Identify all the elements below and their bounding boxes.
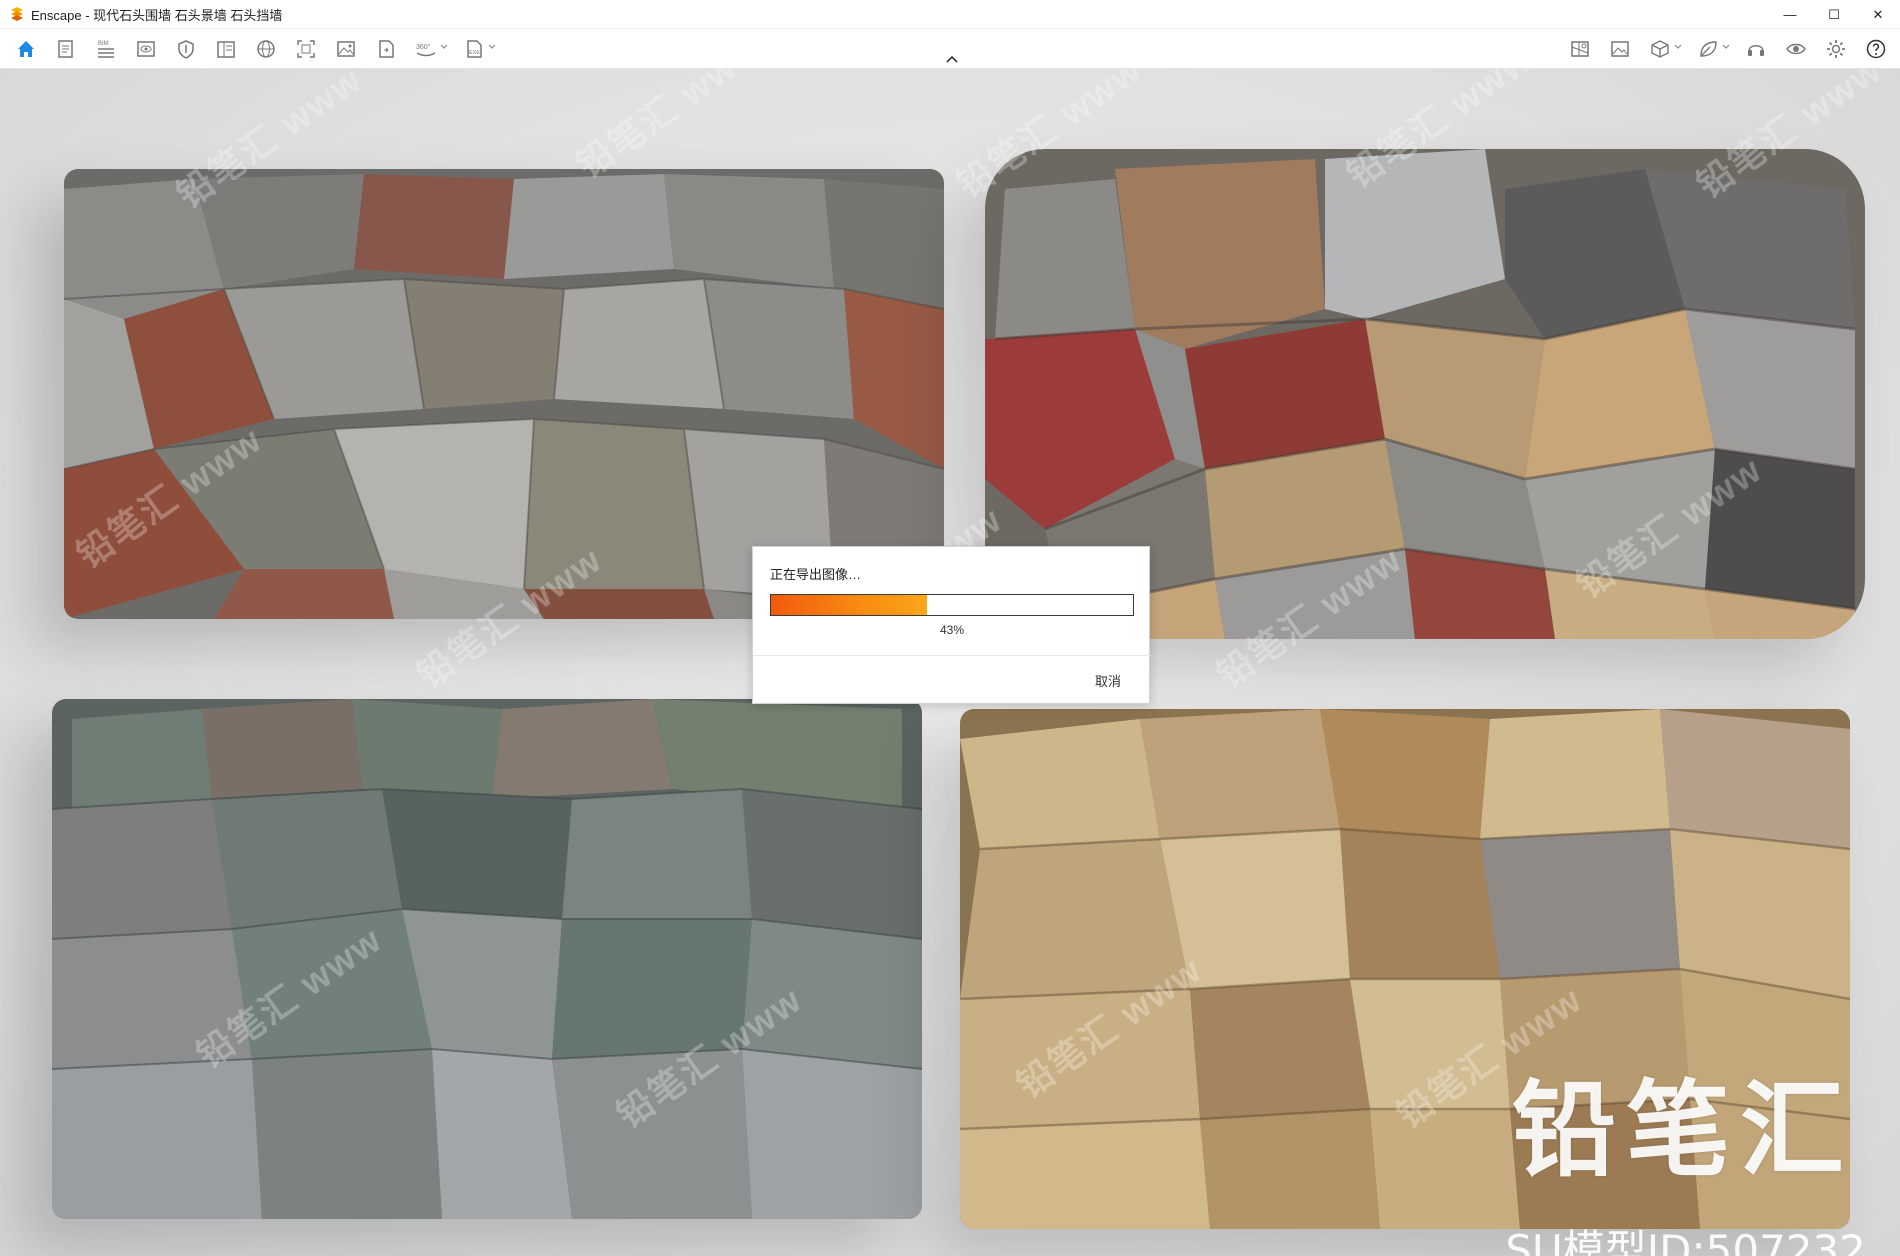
file-export-icon xyxy=(379,40,394,58)
cube-icon xyxy=(1651,40,1669,58)
book-icon xyxy=(217,41,235,58)
document-icon xyxy=(58,40,73,58)
progress-percent: 43% xyxy=(939,623,965,637)
image-icon xyxy=(337,41,355,57)
panorama-label: 360° xyxy=(416,43,431,51)
map-button[interactable] xyxy=(1562,35,1598,63)
shield-button[interactable] xyxy=(168,35,204,63)
export-progress-dialog: 正在导出图像… 43% 取消 xyxy=(752,546,1151,704)
bim-label: BIM xyxy=(98,41,109,47)
minimize-button[interactable]: — xyxy=(1768,0,1812,29)
settings-icon xyxy=(1827,40,1845,58)
view-button[interactable] xyxy=(128,35,164,63)
watermark-brand: 铅笔汇 xyxy=(1511,1069,1854,1191)
stone-wall-mossy-grey xyxy=(52,699,922,1219)
watermark-model-id: SU模型ID:507232 xyxy=(1505,1226,1866,1256)
export-progress-bar xyxy=(770,594,1134,616)
exe-export-icon: EXE xyxy=(467,40,482,58)
bim-button[interactable]: BIM xyxy=(88,35,124,63)
capture-button[interactable] xyxy=(288,35,324,63)
gallery-button[interactable] xyxy=(1602,35,1638,63)
window-title: Enscape - 现代石头围墙 石头景墙 石头挡墙 xyxy=(31,7,283,23)
headset-icon xyxy=(1748,45,1764,56)
title-bar: Enscape - 现代石头围墙 石头景墙 石头挡墙 — ☐ ✕ xyxy=(0,0,1900,29)
home-button[interactable] xyxy=(8,35,44,63)
exe-label: EXE xyxy=(469,50,480,56)
cube-button[interactable] xyxy=(1642,35,1682,63)
shield-icon xyxy=(178,40,194,59)
maximize-button[interactable]: ☐ xyxy=(1812,0,1856,29)
document-button[interactable] xyxy=(48,35,84,63)
chevron-down-icon[interactable] xyxy=(1674,43,1682,51)
dialog-title: 正在导出图像… xyxy=(770,567,862,582)
gallery-icon xyxy=(1611,41,1629,57)
book-button[interactable] xyxy=(208,35,244,63)
headset-button[interactable] xyxy=(1738,35,1774,63)
globe-button[interactable] xyxy=(248,35,284,63)
panorama-icon: 360° xyxy=(416,43,436,57)
home-icon xyxy=(18,41,34,57)
exe-export-button[interactable]: EXE xyxy=(456,35,496,63)
chevron-down-icon[interactable] xyxy=(488,43,496,51)
eye-icon xyxy=(1786,43,1806,55)
eye-button[interactable] xyxy=(1778,35,1814,63)
dialog-divider xyxy=(753,655,1151,656)
close-button[interactable]: ✕ xyxy=(1856,0,1900,29)
view-icon xyxy=(137,41,155,57)
help-icon xyxy=(1866,39,1886,59)
cancel-button[interactable]: 取消 xyxy=(1095,671,1121,690)
help-button[interactable] xyxy=(1858,35,1894,63)
window-controls: — ☐ ✕ xyxy=(1768,0,1900,29)
toolbar-left-group: BIM 360° EXE xyxy=(8,35,500,63)
chevron-down-icon[interactable] xyxy=(440,43,448,51)
map-icon xyxy=(1571,41,1589,57)
chevron-down-icon[interactable] xyxy=(1722,43,1730,51)
settings-button[interactable] xyxy=(1818,35,1854,63)
file-export-button[interactable] xyxy=(368,35,404,63)
collapse-toolbar-chevron-icon[interactable] xyxy=(943,52,961,66)
bim-icon: BIM xyxy=(98,41,114,58)
enscape-logo-icon xyxy=(11,7,23,21)
leaf-button[interactable] xyxy=(1690,35,1730,63)
panorama-button[interactable]: 360° xyxy=(408,35,448,63)
leaf-icon xyxy=(1700,41,1717,57)
image-button[interactable] xyxy=(328,35,364,63)
capture-icon xyxy=(297,40,315,58)
globe-icon xyxy=(257,40,275,58)
toolbar-right-group xyxy=(1562,35,1894,63)
progress-bar-fill xyxy=(771,595,927,615)
